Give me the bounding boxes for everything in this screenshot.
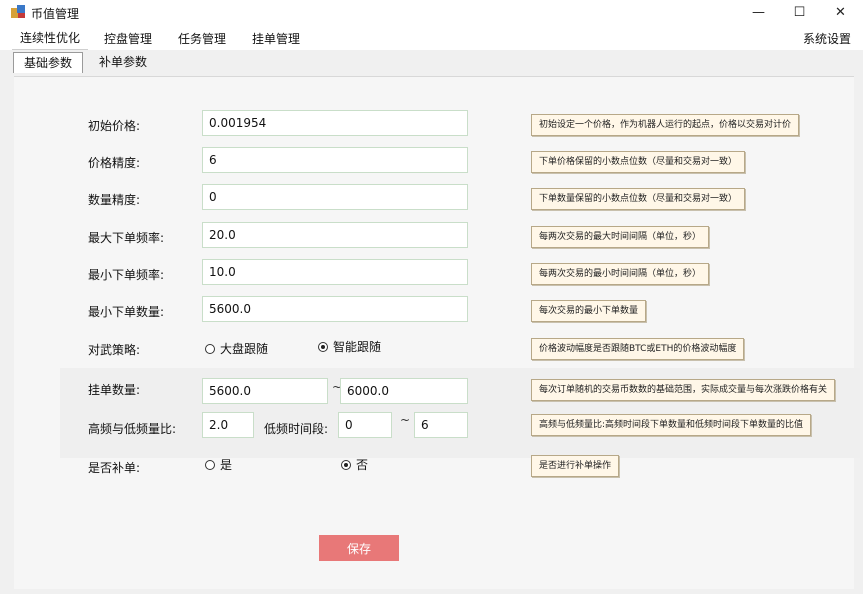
min-qty-hint: 每次交易的最小下单数量 [531, 300, 647, 322]
minimize-button[interactable]: — [736, 0, 781, 24]
menu-item-continuity[interactable]: 连续性优化 [14, 27, 86, 48]
low-freq-period-label: 低频时间段: [264, 422, 329, 436]
price-precision-hint: 下单价格保留的小数点位数（尽量和交易对一致） [531, 151, 746, 173]
refill-option-no[interactable]: 否 [341, 456, 368, 473]
strategy-hint: 价格波动幅度是否跟随BTC或ETH的价格波动幅度 [531, 338, 745, 360]
app-icon [11, 5, 25, 18]
menu-bar: 连续性优化 控盘管理 任务管理 挂单管理 系统设置 [0, 24, 863, 50]
radio-selected-icon [341, 459, 351, 470]
window-title: 币值管理 [31, 7, 80, 21]
hf-ratio-label: 高频与低频量比: [88, 422, 177, 436]
strategy-label: 对武策略: [88, 343, 141, 357]
min-qty-input[interactable]: 5600.0 [202, 296, 468, 322]
low-freq-separator: ~ [400, 413, 411, 427]
hf-ratio-hint: 高频与低频量比:高频时间段下单数量和低频时间段下单数量的比值 [531, 414, 812, 436]
refill-hint: 是否进行补单操作 [531, 455, 620, 477]
qty-precision-input[interactable]: 0 [202, 184, 468, 210]
radio-selected-icon [318, 341, 328, 352]
strategy-option-market[interactable]: 大盘跟随 [205, 340, 268, 357]
sub-tab-bar: 基础参数 补单参数 [0, 50, 863, 76]
qty-precision-hint: 下单数量保留的小数点位数（尽量和交易对一致） [531, 188, 746, 210]
min-freq-label: 最小下单频率: [88, 268, 165, 282]
min-freq-hint: 每两次交易的最小时间间隔（单位，秒） [531, 263, 710, 285]
order-qty-to-input[interactable]: 6000.0 [340, 378, 468, 404]
strategy-option-smart[interactable]: 智能跟随 [318, 338, 381, 355]
price-precision-label: 价格精度: [88, 156, 141, 170]
title-bar: 币值管理 — ☐ ✕ [0, 0, 863, 24]
strategy-option-smart-label: 智能跟随 [333, 340, 382, 354]
refill-label: 是否补单: [88, 461, 141, 475]
low-freq-to-input[interactable]: 6 [414, 412, 468, 438]
tab-basic-params[interactable]: 基础参数 [13, 52, 84, 73]
min-qty-label: 最小下单数量: [88, 305, 165, 319]
maximize-button[interactable]: ☐ [777, 0, 822, 24]
menu-item-orders[interactable]: 挂单管理 [248, 30, 304, 47]
menu-item-settings[interactable]: 系统设置 [799, 30, 855, 47]
max-freq-label: 最大下单频率: [88, 231, 165, 245]
refill-option-yes-label: 是 [220, 458, 233, 472]
menu-item-control[interactable]: 控盘管理 [100, 30, 156, 47]
strategy-option-market-label: 大盘跟随 [220, 342, 269, 356]
initial-price-input[interactable]: 0.001954 [202, 110, 468, 136]
save-button[interactable]: 保存 [319, 535, 399, 561]
tab-refill-params[interactable]: 补单参数 [89, 53, 157, 71]
order-qty-hint: 每次订单随机的交易币数数的基础范围，实际成交量与每次涨跌价格有关 [531, 379, 836, 401]
refill-option-yes[interactable]: 是 [205, 456, 232, 473]
qty-precision-label: 数量精度: [88, 193, 141, 207]
order-qty-label: 挂单数量: [88, 383, 141, 397]
menu-item-tasks[interactable]: 任务管理 [174, 30, 230, 47]
initial-price-label: 初始价格: [88, 119, 141, 133]
hf-ratio-input[interactable]: 2.0 [202, 412, 254, 438]
low-freq-from-input[interactable]: 0 [338, 412, 392, 438]
price-precision-input[interactable]: 6 [202, 147, 468, 173]
min-freq-input[interactable]: 10.0 [202, 259, 468, 285]
radio-unselected-icon [205, 459, 215, 470]
max-freq-hint: 每两次交易的最大时间间隔（单位，秒） [531, 226, 710, 248]
order-qty-from-input[interactable]: 5600.0 [202, 378, 328, 404]
initial-price-hint: 初始设定一个价格，作为机器人运行的起点，价格以交易对计价 [531, 114, 800, 136]
max-freq-input[interactable]: 20.0 [202, 222, 468, 248]
radio-unselected-icon [205, 343, 215, 354]
close-button[interactable]: ✕ [818, 0, 863, 24]
refill-option-no-label: 否 [356, 458, 369, 472]
